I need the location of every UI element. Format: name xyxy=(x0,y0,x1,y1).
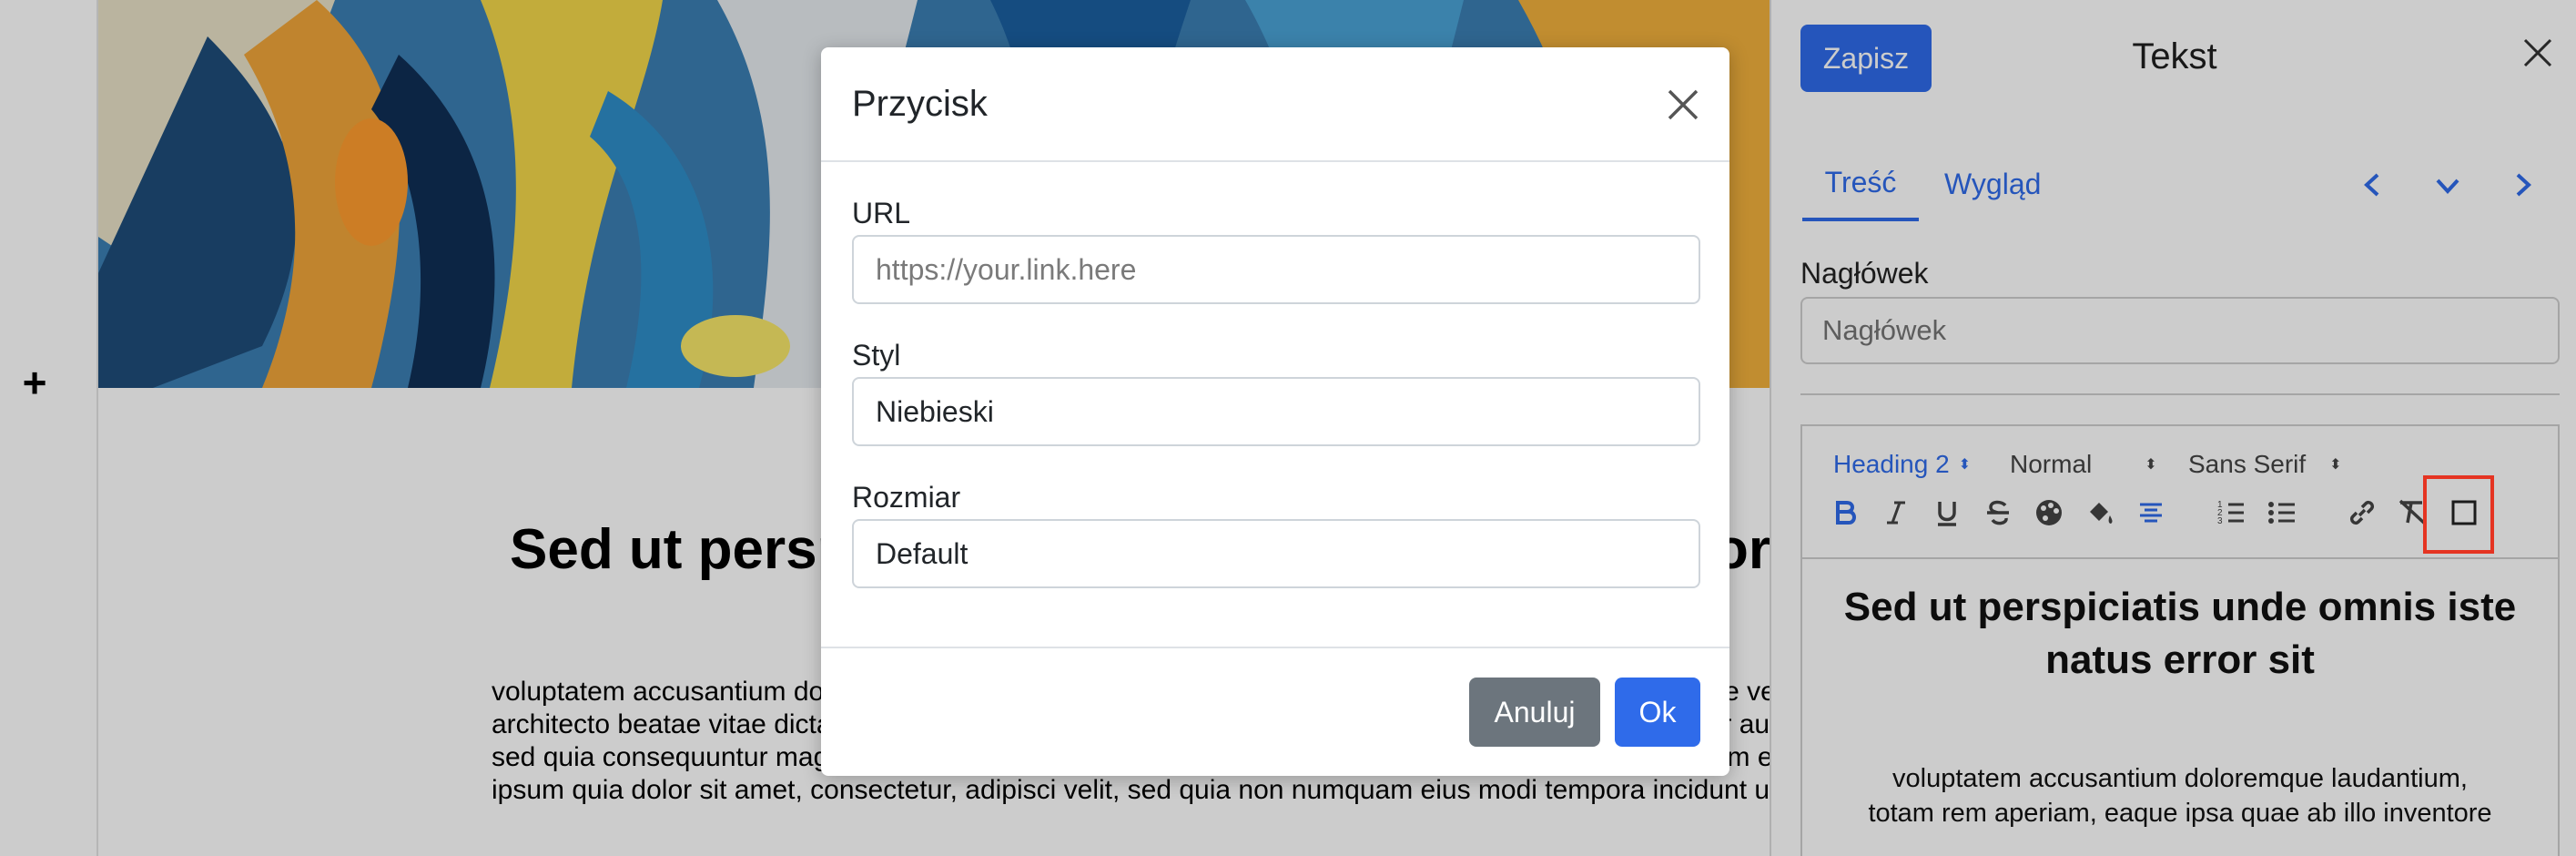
url-label: URL xyxy=(852,197,911,229)
style-select[interactable]: Niebieski xyxy=(852,377,1700,446)
cancel-button[interactable]: Anuluj xyxy=(1469,678,1600,747)
dialog-footer-divider xyxy=(821,647,1729,648)
style-label: Styl xyxy=(852,339,901,372)
size-select[interactable]: Default xyxy=(852,519,1700,588)
dialog-header: Przycisk xyxy=(821,47,1729,162)
size-value: Default xyxy=(876,536,969,570)
url-input[interactable] xyxy=(852,235,1700,304)
size-label: Rozmiar xyxy=(852,481,961,514)
button-dialog: Przycisk URL Styl Niebieski Rozmiar Defa… xyxy=(821,47,1729,776)
dialog-title: Przycisk xyxy=(852,84,988,124)
close-icon[interactable] xyxy=(1664,86,1702,124)
ok-button[interactable]: Ok xyxy=(1615,678,1700,747)
style-value: Niebieski xyxy=(876,394,994,428)
